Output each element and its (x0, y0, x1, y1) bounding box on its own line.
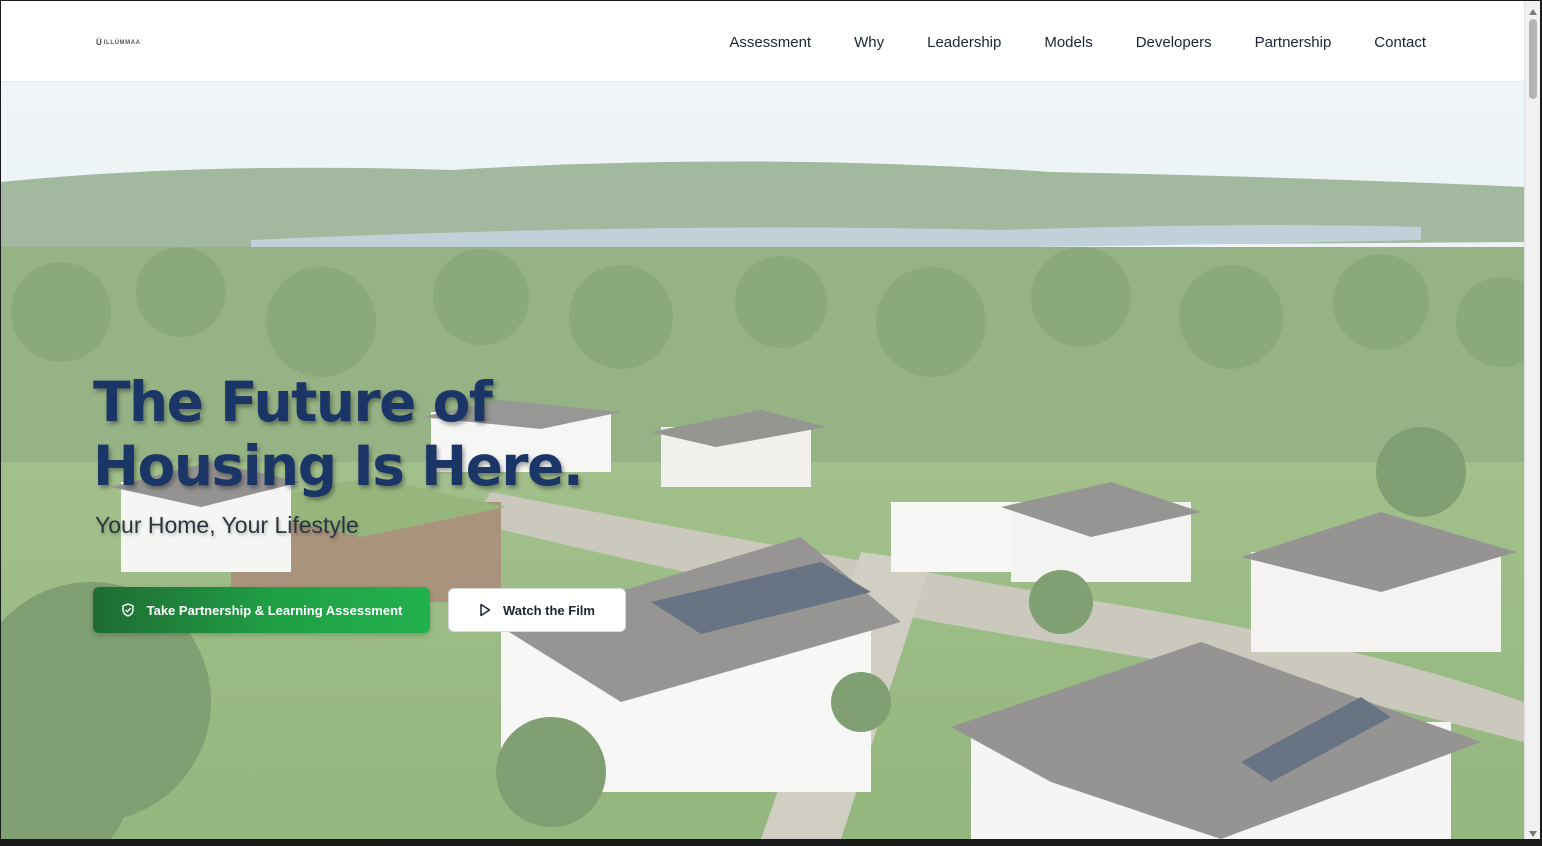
nav-item-models[interactable]: Models (1044, 33, 1092, 53)
nav-item-contact[interactable]: Contact (1374, 33, 1426, 53)
brand-logo[interactable]: Ü ILLÜMMAA (96, 38, 141, 47)
scroll-down-arrow-icon[interactable] (1528, 826, 1538, 837)
nav-item-assessment[interactable]: Assessment (729, 33, 811, 53)
hero-headline-line1: The Future of (93, 370, 493, 434)
logo-wordmark: ILLÜMMAA (103, 39, 141, 46)
main-nav: Assessment Why Leadership Models Develop… (686, 33, 1426, 53)
hero-subheadline: Your Home, Your Lifestyle (95, 512, 359, 538)
hero-section: The Future of Housing Is Here. Your Home… (1, 82, 1524, 839)
take-assessment-button[interactable]: Take Partnership & Learning Assessment (93, 587, 430, 633)
hero-headline: The Future of Housing Is Here. (93, 370, 613, 498)
scrollbar-thumb[interactable] (1529, 19, 1537, 99)
scroll-up-arrow-icon[interactable] (1528, 4, 1538, 15)
handshake-shield-icon (121, 603, 135, 617)
watch-film-label: Watch the Film (503, 602, 595, 618)
play-icon (479, 603, 491, 617)
site-header: Ü ILLÜMMAA Assessment Why Leadership Mod… (1, 1, 1524, 82)
hero-headline-line2: Housing Is Here. (93, 434, 584, 498)
nav-item-developers[interactable]: Developers (1136, 33, 1212, 53)
watch-film-button[interactable]: Watch the Film (448, 588, 626, 632)
page-scrollbar[interactable] (1524, 1, 1540, 839)
browser-viewport: Ü ILLÜMMAA Assessment Why Leadership Mod… (1, 1, 1540, 839)
nav-item-leadership[interactable]: Leadership (927, 33, 1001, 53)
nav-item-why[interactable]: Why (854, 33, 884, 53)
logo-mark: Ü (96, 38, 102, 47)
nav-item-partnership[interactable]: Partnership (1255, 33, 1332, 53)
take-assessment-label: Take Partnership & Learning Assessment (146, 602, 403, 618)
